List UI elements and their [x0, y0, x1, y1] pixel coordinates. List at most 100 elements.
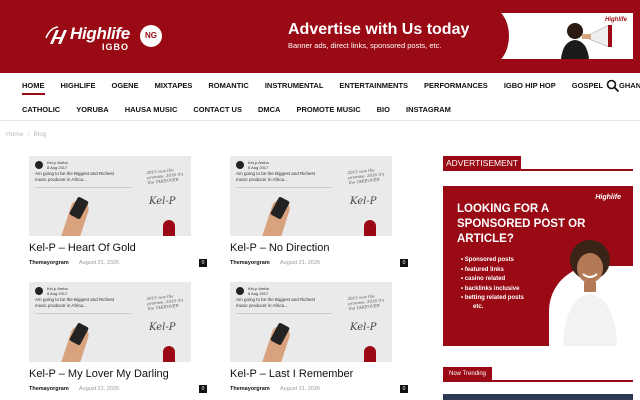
sidebar-ad-banner[interactable]: Highlife LOOKING FOR A SPONSORED POST OR…: [443, 186, 633, 346]
thumbnail-tweet-header: Kel-p Amba 8 Aug 2017: [236, 160, 269, 170]
divider: [236, 313, 332, 314]
nav-item-catholic[interactable]: CATHOLIC: [14, 99, 68, 121]
thumbnail-tweet-text: Am going to be the Biggest and Richest m…: [236, 297, 316, 308]
comment-count-badge[interactable]: 0: [199, 385, 207, 393]
nav-row-primary: HOME HIGHLIFE OGENE MIXTAPES ROMANTIC IN…: [14, 75, 640, 97]
nav-item-entertainments[interactable]: ENTERTAINMENTS: [331, 75, 416, 97]
post-thumbnail[interactable]: Kel-p Amba 8 Aug 2017 Am going to be the…: [29, 156, 191, 236]
list-item: Sponsored posts: [461, 256, 524, 266]
site-logo[interactable]: Highlife NG IGBO: [44, 22, 164, 54]
post-date: August 21, 2026: [280, 386, 321, 392]
logo-mark-icon: [45, 26, 67, 44]
divider: [35, 187, 131, 188]
thumbnail-tweet-header: Kel-p Amba 8 Aug 2017: [35, 160, 68, 170]
nav-item-romantic[interactable]: ROMANTIC: [200, 75, 256, 97]
trending-heading-label: Now Trending: [443, 367, 493, 381]
nav-item-performances[interactable]: PERFORMANCES: [416, 75, 496, 97]
trending-heading: Now Trending: [443, 367, 633, 382]
post-title[interactable]: Kel-P – Heart Of Gold: [29, 242, 136, 254]
thumbnail-tweet-text: Am going to be the Biggest and Richest m…: [35, 171, 115, 182]
nav-item-igbo-hip-hop[interactable]: IGBO HIP HOP: [496, 75, 564, 97]
post-author[interactable]: Themayorgram: [29, 386, 69, 392]
nav-item-gospel[interactable]: GOSPEL: [564, 75, 611, 97]
post-author[interactable]: Themayorgram: [230, 386, 270, 392]
nav-item-mixtapes[interactable]: MIXTAPES: [147, 75, 201, 97]
sidebar-ad-etc: etc.: [473, 304, 484, 310]
avatar: [35, 287, 43, 295]
site-header: Highlife NG IGBO Advertise with Us today…: [0, 0, 640, 73]
ad-banner-image: Highlife: [469, 13, 633, 59]
thumbnail-signature: Kel-P: [350, 322, 377, 333]
thumbnail-script-text: 2015 was the promise. 2016 it's the TAKE…: [347, 167, 385, 186]
microphone-icon: [364, 346, 376, 362]
post-meta: Themayorgram August 21, 2026 0: [29, 259, 207, 268]
post-author[interactable]: Themayorgram: [230, 260, 270, 266]
sidebar-ad-list: Sponsored posts featured links casino re…: [461, 256, 524, 304]
thumbnail-tweet-date: 8 Aug 2017: [248, 291, 269, 296]
thumbnail-tweet-date: 8 Aug 2017: [47, 165, 68, 170]
breadcrumb-home[interactable]: Home: [6, 131, 23, 138]
post-date: August 21, 2026: [280, 260, 321, 266]
avatar: [236, 161, 244, 169]
avatar: [35, 161, 43, 169]
post-meta: Themayorgram August 21, 2026 0: [230, 385, 408, 394]
nav-item-contact-us[interactable]: CONTACT US: [185, 99, 250, 121]
trending-thumbnail[interactable]: [443, 394, 633, 400]
post-thumbnail[interactable]: Kel-p Amba 8 Aug 2017 Am going to be the…: [29, 282, 191, 362]
ad-banner-title: Advertise with Us today.: [288, 21, 473, 38]
breadcrumb-current: Blog: [33, 131, 47, 138]
nav-item-home[interactable]: HOME: [14, 75, 53, 97]
breadcrumb-separator: ›: [27, 131, 30, 138]
nav-item-hausa-music[interactable]: HAUSA MUSIC: [117, 99, 186, 121]
smiling-woman-illustration: [563, 240, 617, 346]
nav-row-secondary: CATHOLIC YORUBA HAUSA MUSIC CONTACT US D…: [14, 99, 459, 121]
post-thumbnail[interactable]: Kel-p Amba 8 Aug 2017 Am going to be the…: [230, 282, 392, 362]
logo-badge: NG: [140, 25, 162, 47]
ad-banner-subtitle: Banner ads, direct links, sponsored post…: [288, 41, 442, 50]
nav-item-yoruba[interactable]: YORUBA: [68, 99, 117, 121]
nav-item-ogene[interactable]: OGENE: [104, 75, 147, 97]
thumbnail-tweet-header: Kel-p Amba 8 Aug 2017: [236, 286, 269, 296]
thumbnail-tweet-text: Am going to be the Biggest and Richest m…: [236, 171, 316, 182]
sidebar-ad-heading: ADVERTISEMENT: [443, 156, 633, 171]
comment-count-badge[interactable]: 0: [400, 385, 408, 393]
post-thumbnail[interactable]: Kel-p Amba 8 Aug 2017 Am going to be the…: [230, 156, 392, 236]
sidebar-ad-heading-label: ADVERTISEMENT: [443, 156, 522, 170]
search-icon[interactable]: [606, 79, 620, 93]
post-title[interactable]: Kel-P – No Direction: [230, 242, 329, 254]
comment-count-badge[interactable]: 0: [199, 259, 207, 267]
megaphone-person-illustration: [561, 23, 612, 59]
list-item: casino related: [461, 275, 524, 285]
post-date: August 21, 2026: [79, 386, 120, 392]
thumbnail-signature: Kel-P: [149, 322, 176, 333]
list-item: betting related posts: [461, 294, 524, 304]
comment-count-badge[interactable]: 0: [400, 259, 408, 267]
nav-item-instagram[interactable]: INSTAGRAM: [398, 99, 459, 121]
thumbnail-script-text: 2015 was the promise. 2016 it's the TAKE…: [347, 293, 385, 312]
logo-text: Highlife: [70, 24, 130, 43]
nav-item-promote-music[interactable]: PROMOTE MUSIC: [288, 99, 368, 121]
divider: [236, 187, 332, 188]
ad-banner-panel: Advertise with Us today. Banner ads, dir…: [271, 13, 485, 59]
microphone-icon: [364, 220, 376, 236]
main-nav: HOME HIGHLIFE OGENE MIXTAPES ROMANTIC IN…: [0, 73, 640, 121]
header-ad-banner[interactable]: Advertise with Us today. Banner ads, dir…: [271, 13, 633, 59]
nav-item-highlife[interactable]: HIGHLIFE: [53, 75, 104, 97]
post-author[interactable]: Themayorgram: [29, 260, 69, 266]
nav-item-bio[interactable]: BIO: [369, 99, 398, 121]
microphone-icon: [163, 220, 175, 236]
breadcrumb: Home › Blog: [6, 131, 47, 138]
post-title[interactable]: Kel-P – My Lover My Darling: [29, 368, 169, 380]
post-title[interactable]: Kel-P – Last I Remember: [230, 368, 353, 380]
thumbnail-tweet-text: Am going to be the Biggest and Richest m…: [35, 297, 115, 308]
nav-item-instrumental[interactable]: INSTRUMENTAL: [257, 75, 332, 97]
thumbnail-tweet-header: Kel-p Amba 8 Aug 2017: [35, 286, 68, 296]
thumbnail-tweet-author: Kel-p Amba 8 Aug 2017: [248, 286, 269, 296]
list-item: backlinks inclusive: [461, 285, 524, 295]
sidebar-ad-brand: Highlife: [595, 194, 621, 201]
divider: [35, 313, 131, 314]
nav-item-dmca[interactable]: DMCA: [250, 99, 289, 121]
thumbnail-tweet-date: 8 Aug 2017: [248, 165, 269, 170]
post-meta: Themayorgram August 21, 2026 0: [29, 385, 207, 394]
thumbnail-script-text: 2015 was the promise. 2016 it's the TAKE…: [146, 167, 184, 186]
